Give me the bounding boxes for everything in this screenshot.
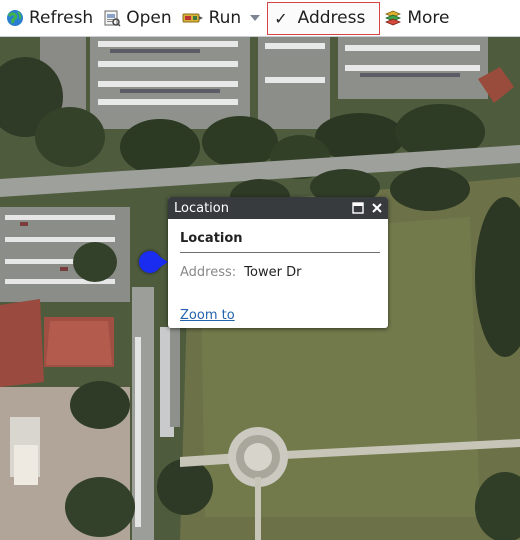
run-icon <box>182 13 203 23</box>
open-label: Open <box>126 8 172 28</box>
run-label: Run <box>208 8 242 28</box>
run-dropdown-button[interactable] <box>247 3 265 33</box>
popup-body: Location Address: Tower Dr <box>168 219 388 280</box>
maximize-button[interactable] <box>350 200 366 216</box>
open-button[interactable]: Open <box>99 3 177 33</box>
more-label: More <box>407 8 450 28</box>
refresh-button[interactable]: Refresh <box>2 3 99 33</box>
maximize-icon <box>352 202 364 214</box>
globe-refresh-icon <box>7 10 23 26</box>
run-button[interactable]: Run <box>178 3 248 33</box>
close-button[interactable] <box>369 200 385 216</box>
address-label: Address <box>297 8 366 28</box>
zoom-to-link[interactable]: Zoom to <box>180 308 235 323</box>
more-button[interactable]: More <box>380 3 455 33</box>
location-marker-pointer <box>159 256 168 268</box>
chevron-down-icon <box>250 15 261 21</box>
popup-header-title: Location <box>174 200 229 216</box>
address-toggle-button[interactable]: ✓ Address <box>267 1 381 35</box>
stack-icon <box>385 10 402 26</box>
location-marker[interactable] <box>139 251 161 273</box>
popup-header: Location <box>168 197 388 219</box>
address-field: Address: Tower Dr <box>180 265 380 280</box>
popup-title: Location <box>180 231 380 253</box>
address-field-label: Address: <box>180 265 237 280</box>
location-popup: Location Location Address: Tower Dr Zoom… <box>168 197 388 328</box>
open-document-icon <box>104 10 121 27</box>
address-field-value: Tower Dr <box>244 265 302 280</box>
checkmark-icon: ✓ <box>274 8 288 28</box>
refresh-label: Refresh <box>29 8 94 28</box>
close-icon <box>372 203 382 213</box>
toolbar: Refresh Open Run ✓ Address More <box>0 0 520 37</box>
